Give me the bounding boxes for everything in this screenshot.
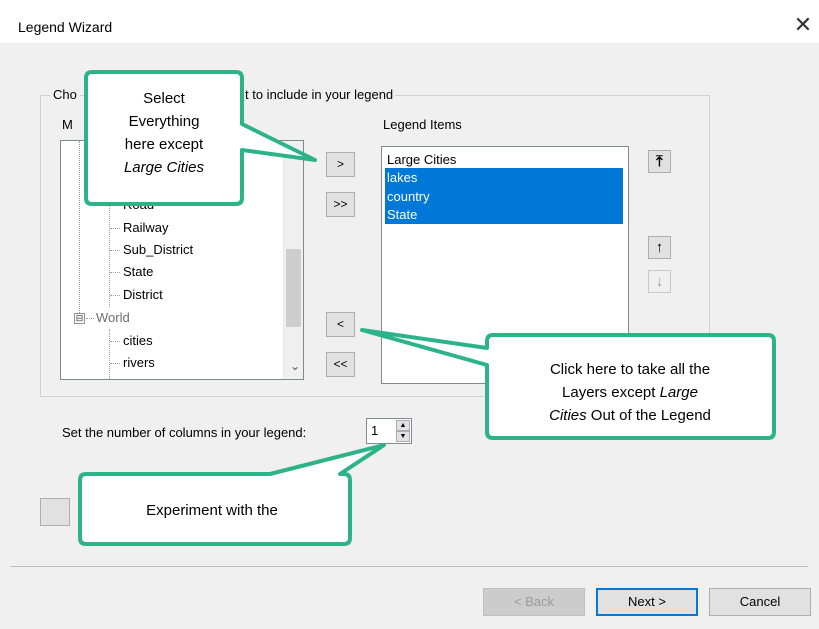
next-button[interactable]: Next > — [596, 588, 698, 616]
tree-item-rivers[interactable]: rivers — [123, 355, 155, 370]
spin-down-icon[interactable]: ▼ — [396, 431, 410, 442]
remove-selected-button[interactable]: < — [326, 312, 355, 337]
move-to-top-icon[interactable]: ⤒ — [648, 150, 671, 173]
legend-item-lakes[interactable]: lakes — [385, 168, 623, 187]
columns-value[interactable]: 1 — [371, 423, 378, 438]
window-title: Legend Wizard — [18, 19, 113, 35]
tree-connector — [109, 141, 110, 307]
remove-all-button[interactable]: << — [326, 352, 355, 377]
scrollbar-thumb[interactable] — [286, 249, 301, 327]
tree-scrollbar[interactable]: ⌄ — [283, 141, 303, 379]
tree-branch — [110, 205, 120, 206]
tree-branch — [110, 295, 120, 296]
move-down-icon[interactable]: ↓ — [648, 270, 671, 293]
legend-items-list[interactable]: Large Cities lakes country State — [381, 146, 629, 384]
tree-branch — [110, 272, 120, 273]
map-layers-tree[interactable]: Road Railway Sub_District State District… — [60, 140, 304, 380]
legend-item-country[interactable]: country — [385, 187, 623, 206]
tree-branch — [110, 341, 120, 342]
map-layers-label: M — [62, 117, 73, 132]
tree-item-state[interactable]: State — [123, 264, 153, 279]
spin-up-icon[interactable]: ▲ — [396, 420, 410, 431]
columns-spinner[interactable]: 1 ▲ ▼ — [366, 418, 412, 444]
tree-branch — [110, 228, 120, 229]
scroll-down-icon[interactable]: ⌄ — [290, 359, 300, 373]
group-label-start: Cho — [50, 87, 80, 102]
tree-item-road[interactable]: Road — [123, 197, 154, 212]
obscured-button[interactable] — [40, 498, 70, 526]
tree-branch — [110, 250, 120, 251]
close-icon[interactable]: ✕ — [790, 12, 816, 38]
move-up-icon[interactable]: ↑ — [648, 236, 671, 259]
add-all-button[interactable]: >> — [326, 192, 355, 217]
tree-branch — [110, 363, 120, 364]
spinner-buttons: ▲ ▼ — [396, 420, 410, 442]
tree-item-district[interactable]: District — [123, 287, 163, 302]
tree-item-world[interactable]: World — [96, 310, 130, 325]
tree-item-cities[interactable]: cities — [123, 333, 153, 348]
legend-item-large-cities[interactable]: Large Cities — [385, 150, 623, 169]
collapse-icon[interactable]: ⊟ — [74, 313, 85, 324]
tree-branch — [86, 318, 94, 319]
legend-items-label: Legend Items — [383, 117, 462, 132]
columns-label: Set the number of columns in your legend… — [62, 425, 307, 440]
group-label-end: t to include in your legend — [243, 87, 396, 102]
back-button[interactable]: < Back — [483, 588, 585, 616]
tree-connector — [109, 329, 110, 379]
tree-item-sub-district[interactable]: Sub_District — [123, 242, 193, 257]
title-bar: Legend Wizard ✕ — [0, 0, 819, 42]
footer-separator — [10, 566, 808, 567]
tree-item-railway[interactable]: Railway — [123, 220, 169, 235]
cancel-button[interactable]: Cancel — [709, 588, 811, 616]
add-selected-button[interactable]: > — [326, 152, 355, 177]
tree-connector — [79, 141, 80, 319]
legend-item-state[interactable]: State — [385, 205, 623, 224]
